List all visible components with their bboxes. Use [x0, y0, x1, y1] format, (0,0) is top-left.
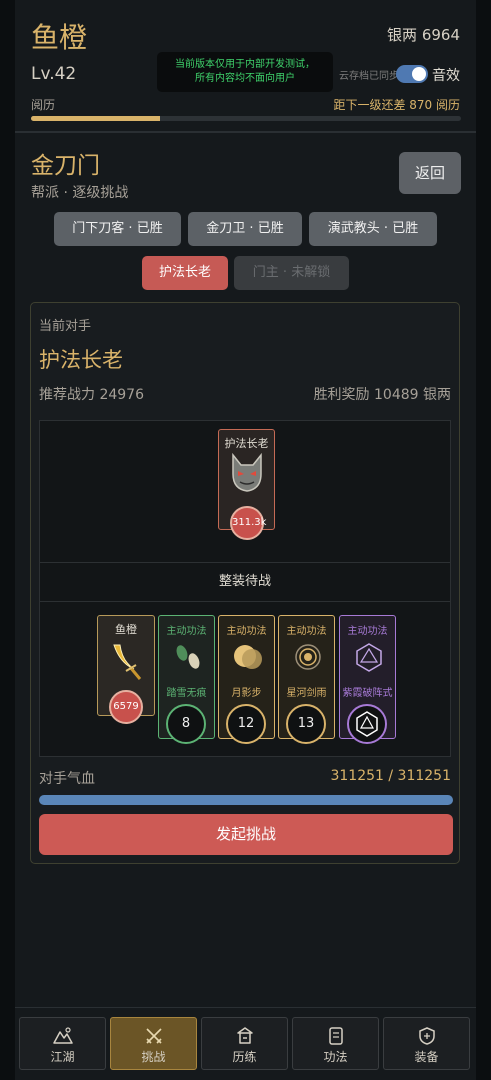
stage-button-current[interactable]: 护法长老 [142, 256, 228, 290]
challenge-button[interactable]: 发起挑战 [39, 814, 453, 855]
skill-cooldown: 8 [166, 704, 206, 744]
nav-item-equipment[interactable]: 装备 [383, 1017, 470, 1070]
current-opponent-label: 当前对手 [39, 319, 92, 334]
skill-type: 主动功法 [347, 626, 388, 637]
back-button[interactable]: 返回 [399, 152, 461, 194]
enemy-name: 护法长老 [224, 437, 269, 450]
demon-mask-icon [232, 452, 262, 492]
hexagon-icon [356, 643, 382, 672]
skill-type: 主动功法 [226, 626, 267, 637]
golden-blade-icon [113, 644, 142, 680]
xp-remaining: 距下一级还差 870 阅历 [333, 98, 460, 112]
dev-notice-line2: 所有内容均不面向用户 [195, 73, 295, 84]
skill-cooldown: 12 [226, 704, 266, 744]
opponent-hp-value: 311251 / 311251 [330, 768, 451, 784]
battle-card: 当前对手 护法长老 推荐战力 24976 胜利奖励 10489 银两 护法长老 … [30, 302, 460, 864]
opponent-hp-bar [39, 795, 453, 805]
skill-card[interactable]: 主动功法 星河剑雨 13 [278, 615, 335, 744]
mountain-icon [53, 1027, 73, 1044]
enemy-hp-orb: 311.3k [230, 506, 266, 540]
hero-hp-orb: 6579 [109, 690, 143, 724]
app-root: 鱼橙 银两 6964 Lv.42 当前版本仅用于内部开发测试， 所有内容均不面向… [15, 0, 476, 1080]
hero-unit[interactable]: 鱼橙 6579 [97, 615, 155, 724]
xp-label: 阅历 [31, 98, 56, 112]
skill-type: 主动功法 [166, 626, 207, 637]
skill-name: 月影步 [231, 688, 262, 699]
dev-notice: 当前版本仅用于内部开发测试， 所有内容均不面向用户 [157, 52, 333, 92]
stage-button[interactable]: 金刀卫 · 已胜 [188, 212, 302, 246]
cloud-sync-status: 云存档已同步 [339, 71, 399, 82]
dev-notice-line1: 当前版本仅用于内部开发测试， [175, 59, 315, 70]
skill-name: 星河剑雨 [286, 688, 327, 699]
shield-icon [419, 1027, 435, 1045]
ready-status: 整装待战 [40, 562, 450, 602]
nav-label: 功法 [323, 1050, 348, 1064]
victory-reward: 胜利奖励 10489 银两 [313, 387, 451, 403]
sound-label: 音效 [432, 68, 460, 84]
player-level: Lv.42 [31, 64, 77, 84]
nav-label: 装备 [414, 1050, 439, 1064]
nav-item-jianghu[interactable]: 江湖 [19, 1017, 106, 1070]
hero-name: 鱼橙 [115, 623, 137, 636]
hexagon-icon [356, 711, 378, 737]
footprints-icon [176, 645, 200, 669]
nav-label: 挑战 [141, 1050, 166, 1064]
stage-button-locked: 门主 · 未解锁 [234, 256, 349, 290]
skill-card[interactable]: 主动功法 紫霞破阵式 [339, 615, 396, 744]
nav-divider [15, 1007, 476, 1008]
skill-cooldown: 13 [286, 704, 326, 744]
stage-button[interactable]: 门下刀客 · 已胜 [54, 212, 181, 246]
moon-icon [234, 645, 262, 669]
silver-count: 银两 6964 [387, 26, 460, 44]
skill-card[interactable]: 主动功法 月影步 12 [218, 615, 275, 744]
skill-card[interactable]: 主动功法 踏雪无痕 8 [158, 615, 215, 744]
sect-subtitle: 帮派 · 逐级挑战 [31, 185, 129, 201]
vortex-icon [295, 644, 321, 670]
stage-button[interactable]: 演武教头 · 已胜 [309, 212, 437, 246]
temple-icon [237, 1027, 253, 1044]
nav-label: 江湖 [50, 1050, 75, 1064]
skill-cooldown [347, 704, 387, 744]
skill-name: 紫霞破阵式 [342, 688, 393, 699]
scroll-icon [329, 1027, 343, 1045]
xp-fill [31, 116, 160, 121]
sound-toggle[interactable] [396, 65, 428, 83]
sect-title: 金刀门 [31, 153, 100, 179]
opponent-hp-label: 对手气血 [39, 771, 95, 787]
nav-label: 历练 [232, 1050, 257, 1064]
skill-type: 主动功法 [286, 626, 327, 637]
nav-item-challenge[interactable]: 挑战 [110, 1017, 197, 1070]
xp-bar [31, 116, 461, 121]
opponent-hp-fill [39, 795, 453, 805]
header-divider [15, 131, 476, 133]
nav-item-training[interactable]: 历练 [201, 1017, 288, 1070]
skill-name: 踏雪无痕 [166, 688, 207, 699]
nav-item-skills[interactable]: 功法 [292, 1017, 379, 1070]
recommended-power: 推荐战力 24976 [39, 387, 144, 403]
toggle-knob [412, 67, 426, 81]
opponent-name: 护法长老 [39, 348, 123, 372]
enemy-unit[interactable]: 护法长老 311.3k [218, 429, 275, 540]
player-name: 鱼橙 [31, 21, 88, 54]
battle-arena: 护法长老 311.3k 整装待战 鱼橙 6579 主动功法 踏雪无痕 8 主动功… [39, 420, 451, 757]
crossed-swords-icon [146, 1028, 162, 1044]
